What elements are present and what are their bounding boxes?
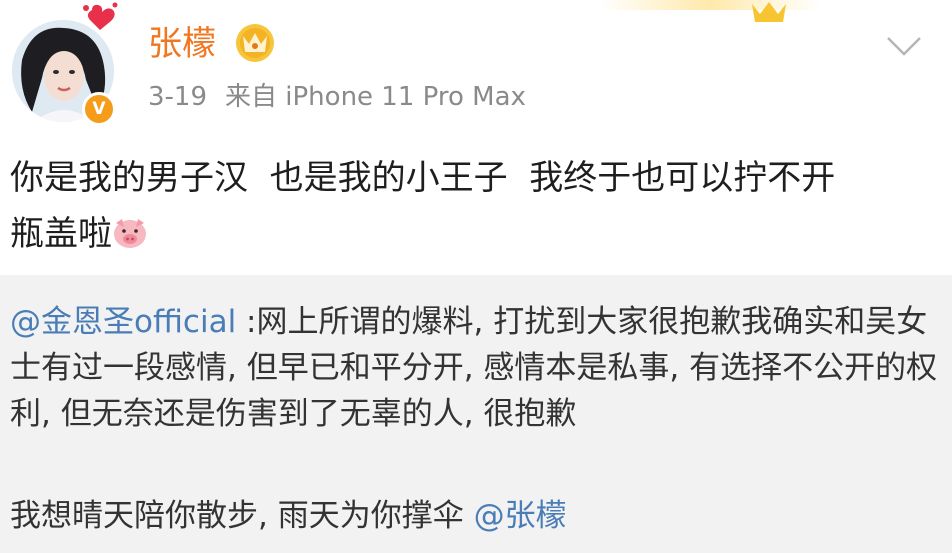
quoted-post[interactable]: @金恩圣official :网上所谓的爆料, 打扰到大家很抱歉我确实和吴女士有过… — [0, 275, 952, 553]
username[interactable]: 张檬 — [148, 22, 216, 66]
post-date: 3-19 — [148, 82, 208, 112]
mention-link-zhangmeng[interactable]: @张檬 — [474, 498, 567, 534]
pig-face-icon — [114, 219, 146, 248]
chevron-down-icon[interactable] — [884, 34, 924, 58]
post-body-line1: 你是我的男子汉 也是我的小王子 我终于也可以拧不开 — [10, 158, 836, 198]
verified-badge: V — [82, 92, 116, 126]
mention-link[interactable]: @金恩圣official — [10, 304, 236, 340]
avatar-container[interactable]: V — [8, 2, 120, 126]
post-meta: 3-19 来自 iPhone 11 Pro Max — [148, 80, 526, 114]
heart-crown-decoration-icon — [83, 2, 118, 30]
post-header: V 张檬 3-19 来自 iPhone 11 Pro Max — [0, 0, 952, 140]
post-body: 你是我的男子汉 也是我的小王子 我终于也可以拧不开 瓶盖啦 — [10, 150, 940, 262]
quoted-post-text: @金恩圣official :网上所谓的爆料, 打扰到大家很抱歉我确实和吴女士有过… — [10, 299, 945, 437]
post-body-line2: 瓶盖啦 — [10, 214, 112, 254]
vip-crown-icon[interactable] — [234, 22, 276, 64]
crown-decoration-icon — [752, 2, 786, 22]
quoted-closing-text: 我想晴天陪你散步, 雨天为你撑伞 — [10, 498, 474, 534]
post-source: 来自 iPhone 11 Pro Max — [225, 82, 526, 112]
quoted-post-closing: 我想晴天陪你散步, 雨天为你撑伞 @张檬 — [10, 493, 945, 539]
